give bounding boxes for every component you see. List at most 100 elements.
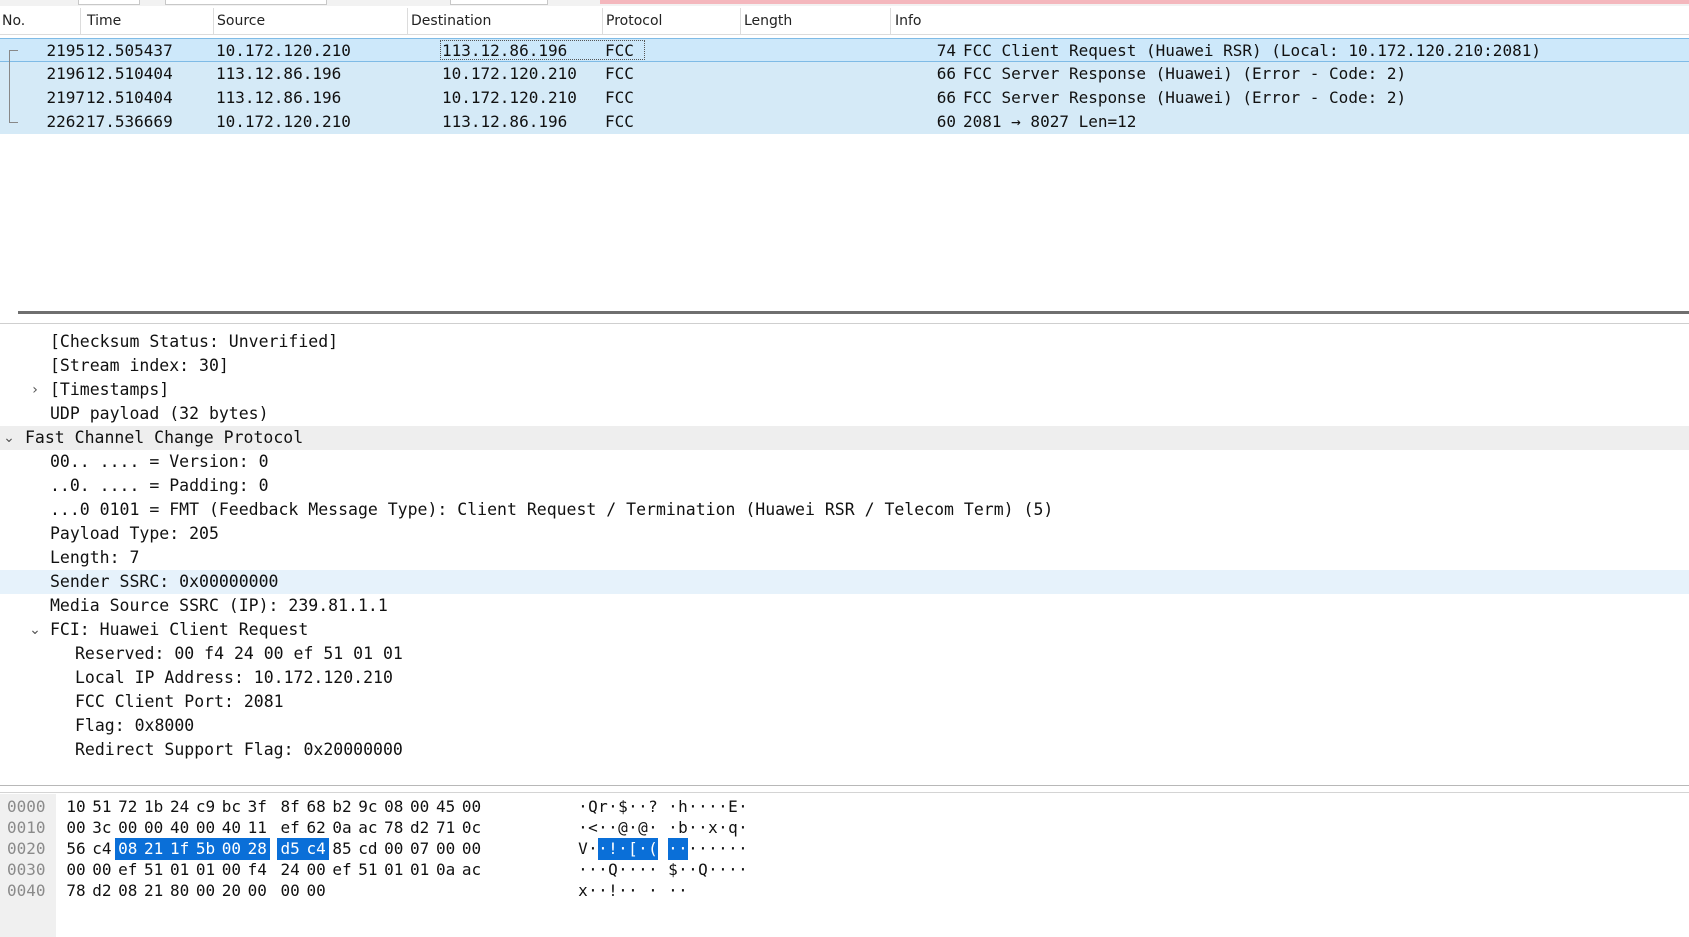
hex-line[interactable]: 0030 00 00 ef 51 01 01 00 f4 24 00 ef 51 01 01 0a ac · · · Q… [0,859,1689,881]
ascii-char[interactable]: Q [608,859,618,881]
hex-byte[interactable]: 00 [193,880,219,902]
hex-byte[interactable]: 1b [141,796,167,818]
ascii-char[interactable]: b [678,817,688,839]
ascii-char[interactable]: · [668,796,678,818]
column-header-source[interactable]: Source [214,8,408,34]
ascii-char[interactable]: · [598,859,608,881]
hex-byte[interactable]: 01 [167,859,193,881]
detail-tree-item[interactable]: Local IP Address: 10.172.120.210 [0,666,1689,690]
hex-byte[interactable]: 9c [355,796,381,818]
hex-byte[interactable]: 00 [218,859,244,881]
hex-byte[interactable]: 0a [329,817,355,839]
hex-byte[interactable]: 00 [244,880,270,902]
detail-tree-item[interactable]: ..0. .... = Padding: 0 [0,474,1689,498]
packet-row[interactable]: 2197 12.510404 113.12.86.196 10.172.120.… [0,86,1689,110]
hex-byte[interactable]: 51 [355,859,381,881]
ascii-char[interactable]: · [738,838,748,860]
hex-byte[interactable]: d2 [407,817,433,839]
ascii-char[interactable]: q [728,817,738,839]
ascii-char[interactable]: · [608,796,618,818]
ascii-char[interactable]: h [678,796,688,818]
column-header-destination[interactable]: Destination [408,8,603,34]
hex-byte[interactable]: 40 [218,817,244,839]
detail-tree-item[interactable]: › [Timestamps] [0,378,1689,402]
hex-byte[interactable]: 01 [407,859,433,881]
ascii-char[interactable]: · [628,817,638,839]
hex-byte[interactable]: 00 [63,859,89,881]
hex-byte[interactable]: bc [218,796,244,818]
hex-byte[interactable]: 20 [218,880,244,902]
packet-row[interactable]: 2262 17.536669 10.172.120.210 113.12.86.… [0,110,1689,134]
hex-byte[interactable]: 08 [114,838,141,860]
ascii-char[interactable]: · [648,859,658,881]
ascii-char[interactable]: ( [648,838,658,860]
hex-byte[interactable]: 01 [193,859,219,881]
ascii-char[interactable]: · [618,880,628,902]
hex-byte[interactable]: 21 [141,880,167,902]
hex-byte[interactable]: d2 [89,880,115,902]
hex-line[interactable]: 0020 56 c4 08 21 1f 5b 00 28 d5 c4 85 cd 00 07 00 00 V · ·!… [0,838,1689,860]
hex-byte[interactable]: 71 [433,817,459,839]
hex-byte[interactable]: 07 [407,838,433,860]
hex-byte[interactable]: 51 [141,859,167,881]
hex-byte[interactable]: 45 [433,796,459,818]
ascii-char[interactable]: · [598,838,608,860]
hex-byte[interactable]: 24 [277,859,303,881]
toolbar-field[interactable] [165,0,327,5]
hex-byte[interactable]: 08 [381,796,407,818]
ascii-char[interactable]: ! [608,838,618,860]
hex-byte[interactable]: ac [459,859,485,881]
hex-byte[interactable]: 00 [141,817,167,839]
toolbar-field[interactable] [78,0,140,5]
hex-byte[interactable]: 01 [381,859,407,881]
hex-byte[interactable]: 0a [433,859,459,881]
hex-byte[interactable]: 11 [244,817,270,839]
hex-byte[interactable]: 10 [63,796,89,818]
ascii-char[interactable]: · [688,859,698,881]
pane-splitter[interactable] [0,785,1689,786]
ascii-char[interactable]: · [678,838,688,860]
ascii-char[interactable]: E [728,796,738,818]
hex-byte[interactable]: c9 [193,796,219,818]
hex-byte[interactable]: ef [329,859,355,881]
packet-details-pane[interactable]: [Checksum Status: Unverified] [Stream ind… [0,330,1689,782]
ascii-char[interactable]: [ [628,838,638,860]
hex-byte[interactable]: 00 [303,880,329,902]
detail-tree-item[interactable]: 00.. .... = Version: 0 [0,450,1689,474]
ascii-char[interactable]: $ [668,859,678,881]
hex-byte[interactable]: ef [277,817,303,839]
hex-byte[interactable]: 00 [303,859,329,881]
ascii-char[interactable]: · [718,838,728,860]
hex-byte[interactable]: 56 [63,838,89,860]
ascii-char[interactable]: · [678,880,688,902]
detail-tree-item[interactable]: UDP payload (32 bytes) [0,402,1689,426]
hex-byte[interactable]: b2 [329,796,355,818]
ascii-char[interactable]: · [638,859,648,881]
ascii-char[interactable]: · [668,880,678,902]
hex-byte[interactable]: 78 [381,817,407,839]
ascii-char[interactable]: · [688,817,698,839]
detail-tree-item[interactable]: [Stream index: 30] [0,354,1689,378]
hex-byte[interactable]: 62 [303,817,329,839]
column-header-info[interactable]: Info [891,8,1689,34]
ascii-char[interactable]: ? [648,796,658,818]
ascii-char[interactable]: · [698,796,708,818]
ascii-char[interactable]: x [578,880,588,902]
hex-byte[interactable]: 00 [63,817,89,839]
hex-byte[interactable]: 1f [166,838,193,860]
ascii-char[interactable]: Q [588,796,598,818]
hex-byte[interactable]: 78 [63,880,89,902]
hex-byte[interactable]: 85 [329,838,355,860]
hex-byte[interactable]: 00 [381,838,407,860]
column-header-time[interactable]: Time [81,8,214,34]
hex-byte[interactable]: 21 [140,838,167,860]
hex-byte[interactable]: 00 [193,817,219,839]
hex-byte[interactable]: 00 [115,817,141,839]
detail-tree-item[interactable]: FCC Client Port: 2081 [0,690,1689,714]
ascii-char[interactable]: · [628,796,638,818]
hex-byte[interactable]: cd [355,838,381,860]
packet-row-selected[interactable]: 2195 12.505437 10.172.120.210 113.12.86.… [0,38,1689,64]
ascii-char[interactable]: r [598,796,608,818]
ascii-char[interactable]: · [628,880,638,902]
collapse-arrow-icon[interactable]: ⌄ [28,618,42,642]
